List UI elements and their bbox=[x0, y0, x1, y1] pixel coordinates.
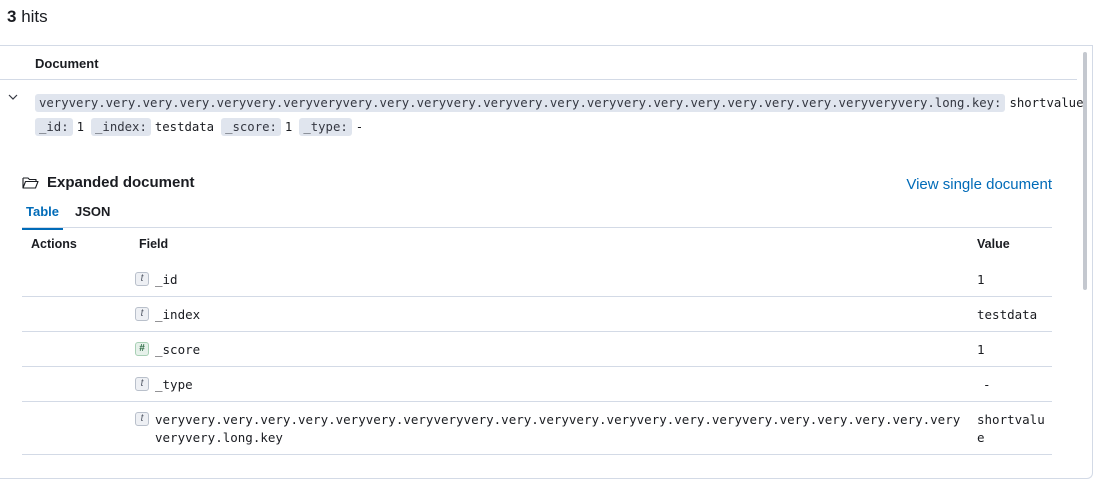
summary-key-index: _index: bbox=[91, 118, 151, 136]
summary-value-long: shortvalue bbox=[1009, 96, 1084, 110]
field-value: testdata bbox=[977, 307, 1038, 322]
string-type-icon: t bbox=[135, 377, 149, 391]
divider bbox=[22, 227, 1052, 228]
column-header-actions: Actions bbox=[31, 237, 77, 251]
string-type-icon: t bbox=[135, 272, 149, 286]
chevron-down-icon[interactable] bbox=[7, 91, 19, 103]
column-header-field: Field bbox=[139, 237, 169, 251]
document-summary-line2: _id: 1 _index: testdata _score: 1 _type: - bbox=[35, 115, 370, 139]
summary-key-id: _id: bbox=[35, 118, 73, 136]
hits-label: hits bbox=[21, 7, 48, 26]
summary-key-score: _score: bbox=[221, 118, 281, 136]
expanded-document-header: Expanded document bbox=[22, 174, 195, 191]
column-header-document: Document bbox=[35, 56, 99, 71]
number-type-icon: # bbox=[135, 342, 149, 356]
field-value: 1 bbox=[977, 342, 985, 357]
tab-table[interactable]: Table bbox=[22, 202, 63, 230]
summary-value-id: 1 bbox=[76, 120, 85, 134]
table-row bbox=[22, 402, 1052, 455]
divider bbox=[0, 79, 1077, 80]
hits-number: 3 bbox=[7, 7, 17, 26]
folder-open-icon bbox=[22, 176, 39, 189]
column-header-value: Value bbox=[977, 237, 1010, 251]
string-type-icon: t bbox=[135, 412, 149, 426]
field-name-line1: veryvery.very.very.very.veryvery.veryver… bbox=[155, 412, 961, 427]
field-name: _score bbox=[155, 342, 201, 357]
field-name: _type bbox=[155, 377, 193, 392]
field-value-line1: shortvalu bbox=[977, 412, 1045, 427]
scrollbar[interactable] bbox=[1083, 52, 1087, 290]
expanded-document-title: Expanded document bbox=[47, 174, 195, 191]
tab-json[interactable]: JSON bbox=[71, 202, 114, 230]
string-type-icon: t bbox=[135, 307, 149, 321]
summary-value-type: - bbox=[355, 120, 364, 134]
field-value: - bbox=[983, 377, 991, 392]
tabs: Table JSON bbox=[22, 202, 122, 230]
summary-key-long: veryvery.very.very.very.veryvery.veryver… bbox=[35, 94, 1006, 112]
summary-value-index: testdata bbox=[154, 120, 215, 134]
field-value-line2: e bbox=[977, 430, 985, 445]
summary-value-score: 1 bbox=[284, 120, 293, 134]
hits-count: 3 hits bbox=[7, 7, 48, 27]
field-name: _id bbox=[155, 272, 178, 287]
field-name: _index bbox=[155, 307, 201, 322]
field-value: 1 bbox=[977, 272, 985, 287]
view-single-document-link[interactable]: View single document bbox=[906, 176, 1052, 193]
field-name-line2: veryvery.long.key bbox=[155, 430, 283, 445]
document-summary: veryvery.very.very.very.veryvery.veryver… bbox=[35, 91, 1083, 115]
summary-key-type: _type: bbox=[299, 118, 352, 136]
